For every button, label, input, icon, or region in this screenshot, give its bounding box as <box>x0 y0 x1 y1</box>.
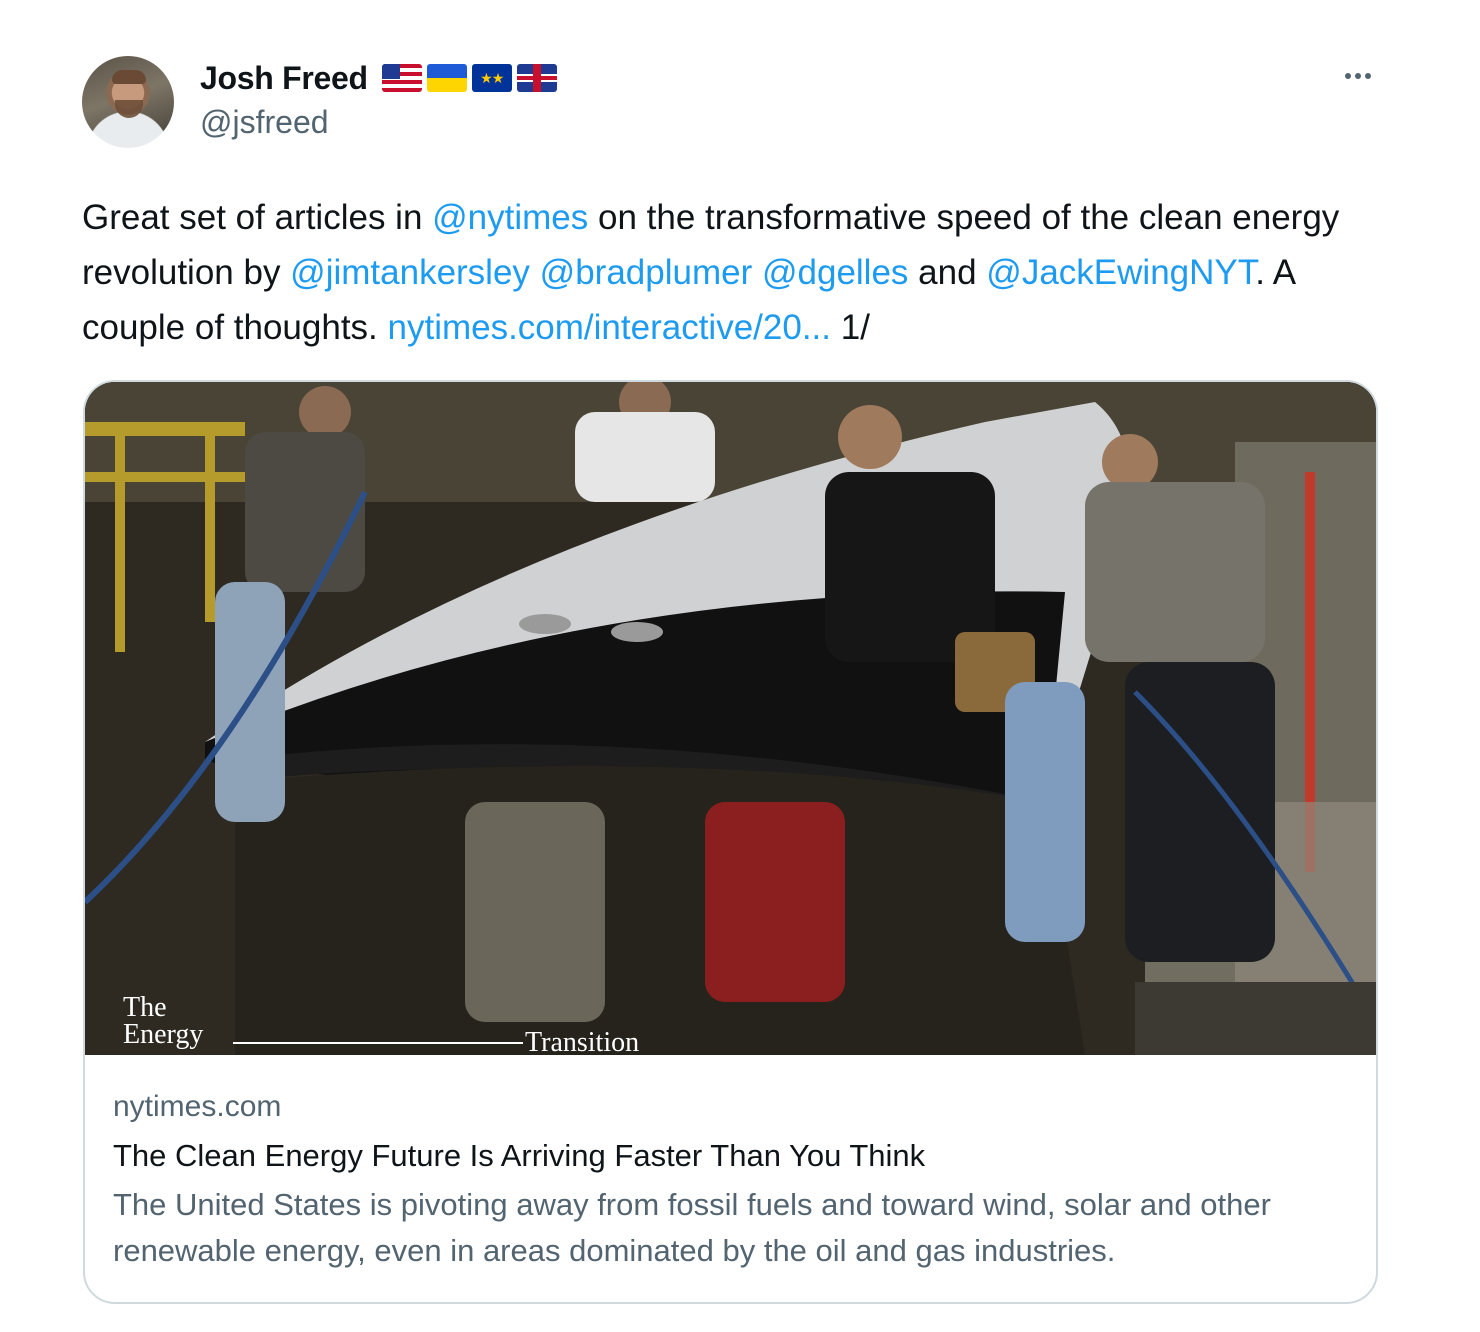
card-image[interactable]: The Energy Transition <box>85 382 1376 1055</box>
tweet-text-segment <box>752 253 762 292</box>
mention-link[interactable]: @dgelles <box>762 253 908 292</box>
url-link[interactable]: nytimes.com/interactive/20... <box>388 308 832 347</box>
author-handle[interactable]: @jsfreed <box>200 104 329 141</box>
author-display-name[interactable]: Josh Freed <box>200 60 368 97</box>
card-domain: nytimes.com <box>113 1090 282 1123</box>
ukraine-flag-icon <box>426 64 467 92</box>
tweet-text-segment <box>530 253 540 292</box>
avatar[interactable] <box>82 56 174 148</box>
tweet: Josh Freed ★★ @jsfreed Great set of arti… <box>0 0 1480 1332</box>
tweet-text-segment: 1/ <box>831 308 870 347</box>
card-description: The United States is pivoting away from … <box>113 1187 1271 1268</box>
tweet-text-segment: and <box>908 253 987 292</box>
mention-link[interactable]: @bradplumer <box>540 253 753 292</box>
author-flags: ★★ <box>381 64 557 92</box>
eu-flag-icon: ★★ <box>471 64 512 92</box>
factory-workers-image <box>85 382 1376 1055</box>
overlay-divider <box>233 1042 523 1044</box>
link-card[interactable]: The Energy Transition nytimes.com The Cl… <box>83 380 1378 1304</box>
mention-link[interactable]: @jimtankersley <box>290 253 530 292</box>
overlay-line3: Transition <box>525 1027 640 1055</box>
uk-flag-icon <box>516 64 557 92</box>
overlay-line1: The <box>123 992 167 1023</box>
overlay-line2: Energy <box>123 1019 204 1050</box>
tweet-text-segment: Great set of articles in <box>82 198 433 237</box>
tweet-text: Great set of articles in @nytimes on the… <box>82 190 1382 355</box>
energy-transition-logo: The Energy <box>123 992 204 1050</box>
author-name-row: Josh Freed ★★ <box>200 58 557 98</box>
more-options-icon[interactable] <box>1336 66 1380 86</box>
mention-link[interactable]: @nytimes <box>432 198 588 237</box>
us-flag-icon <box>381 64 422 92</box>
card-title[interactable]: The Clean Energy Future Is Arriving Fast… <box>113 1138 925 1174</box>
mention-link[interactable]: @JackEwingNYT <box>986 253 1255 292</box>
